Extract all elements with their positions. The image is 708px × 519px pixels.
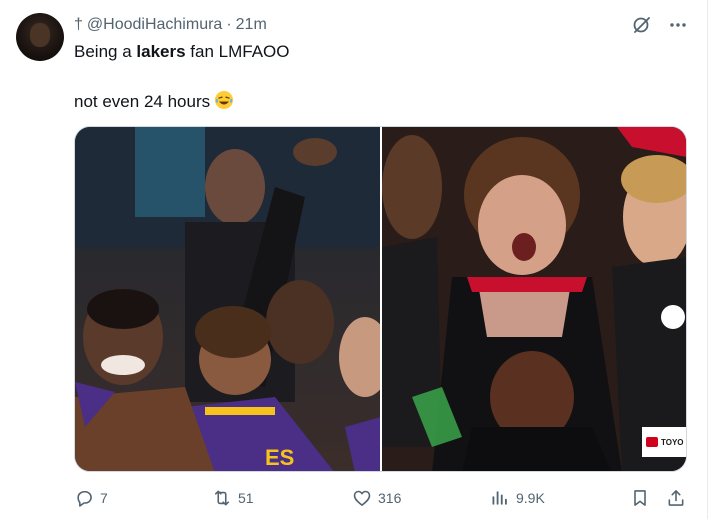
bookmark-button[interactable] xyxy=(630,488,656,508)
top-actions xyxy=(631,14,689,36)
tweet-text: Being a lakers fan LMFAOO not even 24 ho… xyxy=(74,40,290,114)
media-grid: ES TOYO xyxy=(74,126,687,472)
tweet-line-2: not even 24 hours xyxy=(74,90,290,114)
svg-text:ES: ES xyxy=(265,445,294,470)
reply-icon xyxy=(77,490,92,507)
tweet-line-1: Being a lakers fan LMFAOO xyxy=(74,42,290,61)
action-bar: 7 51 316 9.9K xyxy=(74,484,688,512)
tweet-card[interactable]: † @HoodiHachimura · 21m Being a lakers f… xyxy=(0,0,708,519)
like-count: 316 xyxy=(378,490,402,506)
tweet-time[interactable]: 21m xyxy=(236,16,267,34)
bookmark-icon xyxy=(634,490,646,506)
laughing-crying-emoji-icon xyxy=(215,91,234,109)
analytics-icon xyxy=(492,491,507,505)
reply-count: 7 xyxy=(100,490,108,506)
photo-lakers-celebration[interactable]: ES xyxy=(75,127,380,471)
avatar-face xyxy=(30,23,50,47)
grok-icon[interactable] xyxy=(631,14,653,36)
reply-button[interactable]: 7 xyxy=(74,488,108,508)
views-button[interactable]: 9.9K xyxy=(490,488,545,508)
retweet-count: 51 xyxy=(238,490,254,506)
avatar[interactable] xyxy=(16,13,64,61)
retweet-icon xyxy=(214,490,230,506)
header-separator: · xyxy=(226,16,232,33)
heart-icon xyxy=(353,490,371,506)
sponsor-logo: TOYO xyxy=(642,427,686,457)
toyota-mark-icon xyxy=(646,437,658,447)
like-button[interactable]: 316 xyxy=(352,488,401,508)
more-icon[interactable] xyxy=(667,14,689,36)
photo-bulls-celebration[interactable]: TOYO xyxy=(382,127,686,471)
author-handle[interactable]: @HoodiHachimura xyxy=(87,16,222,34)
share-icon xyxy=(668,490,684,506)
retweet-button[interactable]: 51 xyxy=(212,488,254,508)
hashtag-lakers[interactable]: lakers xyxy=(136,42,185,61)
share-button[interactable] xyxy=(666,488,692,508)
author-prefix: † xyxy=(74,16,83,33)
tweet-header: † @HoodiHachimura · 21m xyxy=(74,14,267,36)
view-count: 9.9K xyxy=(516,490,545,506)
